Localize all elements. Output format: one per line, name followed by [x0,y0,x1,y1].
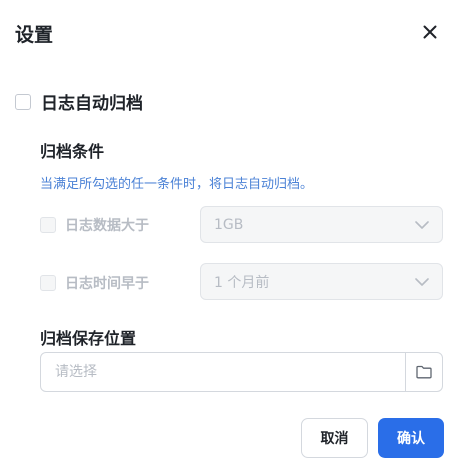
cancel-button[interactable]: 取消 [301,418,368,458]
conditions-hint: 当满足所勾选的任一条件时，将日志自动归档。 [40,177,314,192]
size-condition-label: 日志数据大于 [65,218,149,234]
chevron-down-icon [415,220,429,229]
size-threshold-select[interactable]: 1GB [200,206,443,243]
time-condition-label: 日志时间早于 [65,276,149,292]
size-condition-row: 日志数据大于 [40,215,149,235]
close-button[interactable] [416,18,444,46]
auto-archive-checkbox[interactable] [15,93,31,110]
dialog-title: 设置 [15,24,54,46]
settings-dialog: 设置 日志自动归档 归档条件 当满足所勾选的任一条件时，将日志自动归档。 日志数… [0,0,465,472]
time-threshold-select[interactable]: 1 个月前 [200,263,443,300]
conditions-title: 归档条件 [40,142,105,161]
location-input[interactable] [41,353,405,391]
close-icon [423,25,437,39]
size-threshold-value: 1GB [214,216,244,233]
browse-folder-button[interactable] [405,353,442,391]
location-title: 归档保存位置 [40,329,137,348]
time-threshold-value: 1 个月前 [214,274,270,291]
auto-archive-label: 日志自动归档 [41,94,143,114]
chevron-down-icon [415,277,429,286]
confirm-button[interactable]: 确认 [378,418,444,458]
auto-archive-toggle[interactable]: 日志自动归档 [15,89,143,114]
location-field [40,352,443,392]
time-condition-checkbox[interactable] [40,275,56,291]
folder-icon [416,365,432,379]
size-condition-checkbox[interactable] [40,217,56,233]
time-condition-row: 日志时间早于 [40,273,149,293]
